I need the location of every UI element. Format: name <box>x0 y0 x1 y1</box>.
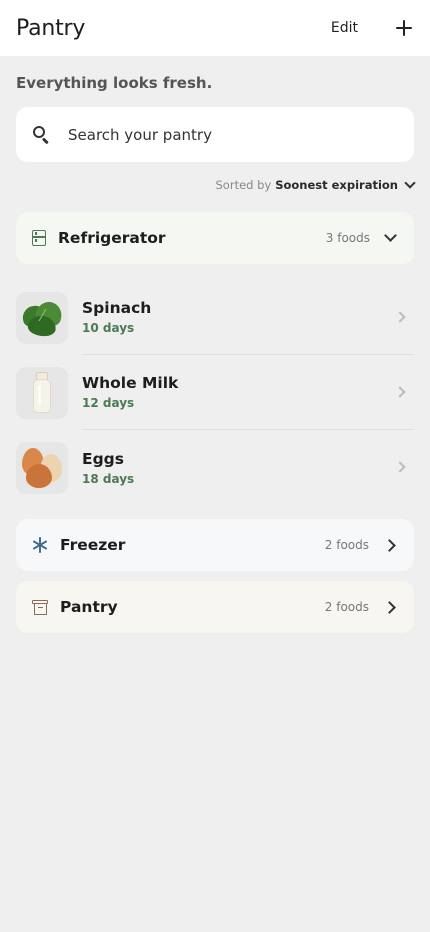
section-header-refrigerator[interactable]: Refrigerator 3 foods <box>16 212 414 264</box>
item-expiry: 12 days <box>82 396 135 410</box>
chevron-down-icon <box>384 229 397 242</box>
item-name: Spinach <box>82 299 152 317</box>
item-name: Eggs <box>82 449 125 468</box>
item-expiry: 18 days <box>82 471 135 486</box>
section-header-pantry[interactable]: Pantry 2 foods <box>16 581 414 633</box>
snowflake-icon <box>32 537 48 553</box>
status-message: Everything looks fresh. <box>16 74 213 92</box>
chevron-right-icon <box>383 538 396 552</box>
search-bar[interactable] <box>16 107 414 162</box>
chevron-right-icon <box>383 600 396 614</box>
section-name: Pantry <box>60 598 118 616</box>
page-title: Pantry <box>16 15 86 41</box>
section-count: 3 foods <box>325 231 370 245</box>
fridge-icon <box>32 230 46 246</box>
section-count: 2 foods <box>324 538 369 552</box>
milk-bottle-image <box>16 366 68 419</box>
nav-header: Pantry Edit <box>0 0 430 56</box>
sort-prefix: Sorted by <box>215 178 272 192</box>
item-name: Whole Milk <box>82 374 179 392</box>
search-icon <box>32 125 52 145</box>
chevron-down-icon <box>404 177 416 189</box>
section-name: Freezer <box>60 536 126 554</box>
spinach-image <box>16 291 68 344</box>
box-icon <box>32 599 48 615</box>
plus-icon[interactable] <box>394 18 414 38</box>
eggs-image <box>16 441 68 494</box>
section-count: 2 foods <box>324 600 369 614</box>
list-item-eggs[interactable]: Eggs 18 days <box>16 430 414 505</box>
list-item-whole-milk[interactable]: Whole Milk 12 days <box>16 355 414 430</box>
search-input[interactable] <box>68 125 398 144</box>
section-name: Refrigerator <box>58 229 166 247</box>
edit-button[interactable]: Edit <box>331 20 358 36</box>
refrigerator-items-list: Spinach 10 days Whole Milk 12 days Eggs … <box>16 280 414 505</box>
sort-control[interactable]: Sorted by Soonest expiration <box>16 177 416 192</box>
item-expiry: 10 days <box>82 321 135 335</box>
sort-value: Soonest expiration <box>275 178 398 192</box>
list-item-spinach[interactable]: Spinach 10 days <box>16 280 414 355</box>
section-header-freezer[interactable]: Freezer 2 foods <box>16 519 414 571</box>
